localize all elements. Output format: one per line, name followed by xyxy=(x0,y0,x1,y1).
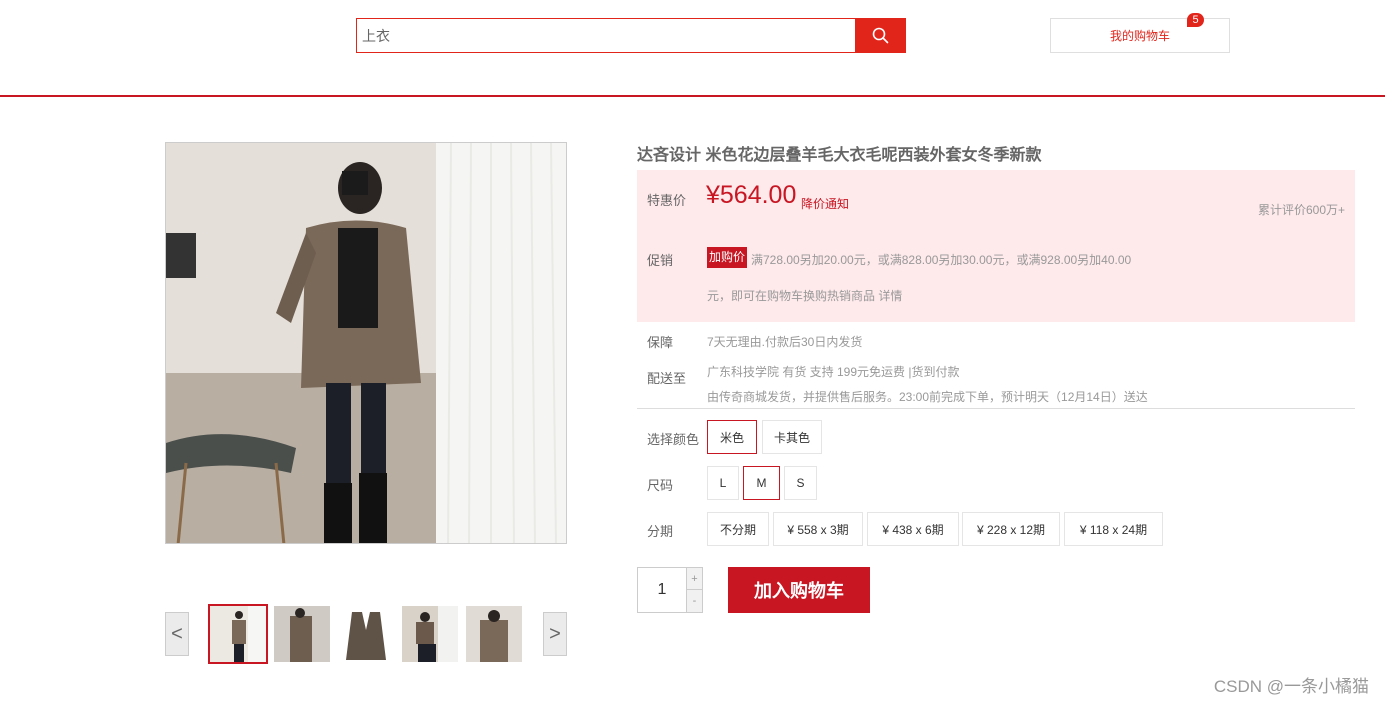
size-option-l[interactable]: L xyxy=(707,466,739,500)
installment-option-24[interactable]: ¥ 118 x 24期 xyxy=(1064,512,1163,546)
color-option-beige[interactable]: 米色 xyxy=(707,420,757,454)
quantity-input[interactable] xyxy=(638,568,686,612)
installment-option-none[interactable]: 不分期 xyxy=(707,512,769,546)
size-label: 尺码 xyxy=(647,478,674,493)
installment-label: 分期 xyxy=(647,524,674,539)
installment-option-3[interactable]: ¥ 558 x 3期 xyxy=(773,512,863,546)
delivery-text-line1: 广东科技学院 有货 支持 199元免运费 |货到付款 xyxy=(707,365,960,379)
thumbnail-2[interactable] xyxy=(272,604,332,664)
guarantee-label: 保障 xyxy=(647,335,674,350)
price-notice-link[interactable]: 降价通知 xyxy=(801,195,849,212)
promo-tag: 加购价 xyxy=(707,247,747,268)
thumbnail-4[interactable] xyxy=(400,604,460,664)
add-to-cart-button[interactable]: 加入购物车 xyxy=(728,567,870,613)
product-photo xyxy=(166,143,566,543)
promo-text-line2: 元，即可在购物车换购热销商品 详情 xyxy=(707,289,903,303)
guarantee-text: 7天无理由.付款后30日内发货 xyxy=(707,335,863,349)
thumbnail-prev-button[interactable]: < xyxy=(165,612,189,656)
color-option-khaki[interactable]: 卡其色 xyxy=(762,420,822,454)
quantity-plus-button[interactable]: + xyxy=(686,568,702,590)
installment-option-6[interactable]: ¥ 438 x 6期 xyxy=(867,512,959,546)
product-title: 达吝设计 米色花边层叠羊毛大衣毛呢西装外套女冬季新款 xyxy=(637,147,1042,164)
promo-label: 促销 xyxy=(647,253,674,268)
search-box xyxy=(356,18,856,53)
cart-count-badge: 5 xyxy=(1187,13,1204,27)
thumbnail-1[interactable] xyxy=(208,604,268,664)
watermark: CSDN @一条小橘猫 xyxy=(1213,677,1369,696)
cart-button[interactable]: 我的购物车 5 xyxy=(1050,13,1230,53)
thumbnail-3[interactable] xyxy=(336,604,396,664)
size-option-m[interactable]: M xyxy=(743,466,780,500)
installment-option-12[interactable]: ¥ 228 x 12期 xyxy=(962,512,1060,546)
color-label: 选择颜色 xyxy=(647,432,700,447)
price-label: 特惠价 xyxy=(647,193,687,208)
cart-label: 我的购物车 xyxy=(1109,29,1170,43)
delivery-text-line2: 由传奇商城发货，并提供售后服务。23:00前完成下单，预计明天（12月14日）送… xyxy=(707,390,1148,404)
header-divider xyxy=(0,95,1385,97)
size-option-s[interactable]: S xyxy=(784,466,817,500)
quantity-minus-button[interactable]: - xyxy=(686,590,702,612)
search-input[interactable] xyxy=(357,19,855,52)
thumbnail-5[interactable] xyxy=(464,604,524,664)
thumbnail-next-button[interactable]: > xyxy=(543,612,567,656)
info-divider xyxy=(637,408,1355,409)
review-count[interactable]: 累计评价600万+ xyxy=(1258,201,1345,218)
promo-text-line1: 满728.00另加20.00元，或满828.00另加30.00元，或满928.0… xyxy=(751,253,1132,267)
quantity-stepper: + - xyxy=(637,567,703,613)
search-icon xyxy=(872,27,889,44)
main-product-image[interactable] xyxy=(165,142,567,544)
delivery-label: 配送至 xyxy=(647,371,687,386)
search-button[interactable] xyxy=(855,18,906,53)
price-value: ¥564.00 xyxy=(706,181,797,209)
